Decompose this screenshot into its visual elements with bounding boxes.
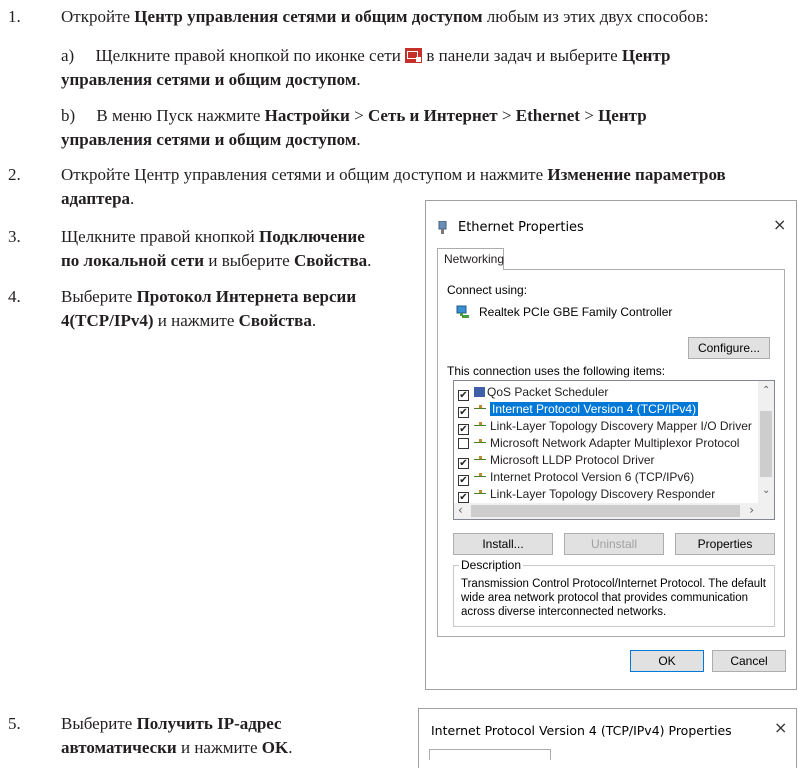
network-adapter-icon — [456, 305, 470, 319]
step-text: Выберите Протокол Интернета версии 4(TCP/… — [61, 287, 357, 330]
connect-using-label: Connect using: — [447, 283, 528, 297]
cancel-button[interactable]: Cancel — [712, 650, 786, 672]
checkbox[interactable]: ✔ — [458, 475, 469, 486]
list-item[interactable]: ✔ Link-Layer Topology Discovery Responder — [458, 486, 715, 503]
configure-button[interactable]: Configure... — [688, 337, 770, 359]
item-label: Microsoft Network Adapter Multiplexor Pr… — [490, 436, 740, 450]
checkbox[interactable]: ✔ — [458, 458, 469, 469]
description-text: Transmission Control Protocol/Internet P… — [461, 578, 766, 618]
step-text: Откройте Центр управления сетями и общим… — [61, 7, 709, 26]
step-number: 4. — [8, 287, 21, 306]
checkbox[interactable]: ✔ — [458, 407, 469, 418]
protocol-icon — [474, 489, 486, 497]
components-list: ✔ QoS Packet Scheduler ✔ Internet Protocol… — [453, 380, 775, 520]
list-item[interactable]: Microsoft Network Adapter Multiplexor Pr… — [458, 435, 739, 452]
step-text: b) В меню Пуск нажмите Настройки > Сеть … — [61, 106, 647, 149]
step-number: 2. — [8, 165, 21, 184]
description-legend: Description — [459, 558, 524, 572]
networking-panel: Connect using: Realtek PCIe GBE Family C… — [437, 269, 785, 637]
list-item[interactable]: ✔ Internet Protocol Version 6 (TCP/IPv6) — [458, 469, 694, 486]
item-label: Link-Layer Topology Discovery Responder — [490, 487, 716, 501]
step-number: 1. — [8, 7, 21, 26]
dialog-title: Ethernet Properties — [458, 220, 584, 235]
properties-button[interactable]: Properties — [675, 533, 775, 555]
tab-networking[interactable]: Networking — [437, 248, 504, 270]
item-label: QoS Packet Scheduler — [487, 385, 609, 399]
uninstall-button[interactable]: Uninstall — [564, 533, 664, 555]
list-item[interactable]: ✔ Internet Protocol Version 4 (TCP/IPv4) — [458, 401, 699, 418]
item-label: Link-Layer Topology Discovery Mapper I/O… — [490, 419, 752, 433]
network-tray-icon — [405, 48, 423, 63]
step-text: a) Щелкните правой кнопкой по иконке сет… — [61, 46, 671, 89]
scroll-down-icon[interactable]: ⌄ — [762, 485, 770, 496]
item-label: Internet Protocol Version 6 (TCP/IPv6) — [490, 470, 695, 484]
item-label: Microsoft LLDP Protocol Driver — [490, 453, 655, 467]
protocol-icon — [474, 472, 486, 480]
close-button[interactable]: × — [773, 215, 786, 234]
checkbox[interactable]: ✔ — [458, 424, 469, 435]
adapter-name: Realtek PCIe GBE Family Controller — [479, 305, 673, 319]
install-button[interactable]: Install... — [453, 533, 553, 555]
scrollbar-thumb[interactable] — [760, 411, 772, 477]
step-text: Щелкните правой кнопкой Подключение по ло… — [61, 227, 372, 270]
scroll-right-icon[interactable]: › — [749, 503, 754, 517]
checkbox[interactable] — [458, 438, 469, 449]
list-item[interactable]: ✔ Link-Layer Topology Discovery Mapper I/… — [458, 418, 752, 435]
protocol-icon — [474, 404, 486, 412]
scroll-up-icon[interactable]: ⌃ — [762, 385, 770, 396]
description-group: Description Transmission Control Protoco… — [453, 558, 775, 627]
items-label: This connection uses the following items… — [447, 364, 666, 378]
vertical-scrollbar[interactable]: ⌃ ⌄ — [758, 381, 774, 503]
checkbox[interactable]: ✔ — [458, 492, 469, 503]
item-label: Internet Protocol Version 4 (TCP/IPv4) — [490, 402, 699, 416]
scroll-left-icon[interactable]: ‹ — [458, 503, 463, 517]
qos-icon — [474, 387, 485, 397]
horizontal-scrollbar[interactable]: ‹ › — [454, 503, 774, 519]
step-number: 3. — [8, 227, 21, 246]
step-number: 5. — [8, 714, 21, 733]
close-button[interactable]: × — [774, 718, 787, 737]
protocol-icon — [474, 421, 486, 429]
list-item[interactable]: ✔ QoS Packet Scheduler — [458, 384, 608, 401]
list-item[interactable]: ✔ Microsoft LLDP Protocol Driver — [458, 452, 655, 469]
ethernet-properties-dialog: Ethernet Properties × Networking Connect… — [425, 200, 797, 690]
ok-button[interactable]: OK — [630, 650, 704, 672]
protocol-icon — [474, 438, 486, 446]
protocol-icon — [474, 455, 486, 463]
scrollbar-thumb[interactable] — [471, 505, 740, 517]
ethernet-icon — [438, 220, 447, 235]
checkbox[interactable]: ✔ — [458, 390, 469, 401]
tab-strip — [429, 749, 551, 760]
step-text: Выберите Получить IP-адрес автоматически … — [61, 714, 293, 757]
dialog-title: Internet Protocol Version 4 (TCP/IPv4) P… — [431, 723, 732, 738]
ipv4-properties-dialog: Internet Protocol Version 4 (TCP/IPv4) P… — [418, 708, 797, 768]
